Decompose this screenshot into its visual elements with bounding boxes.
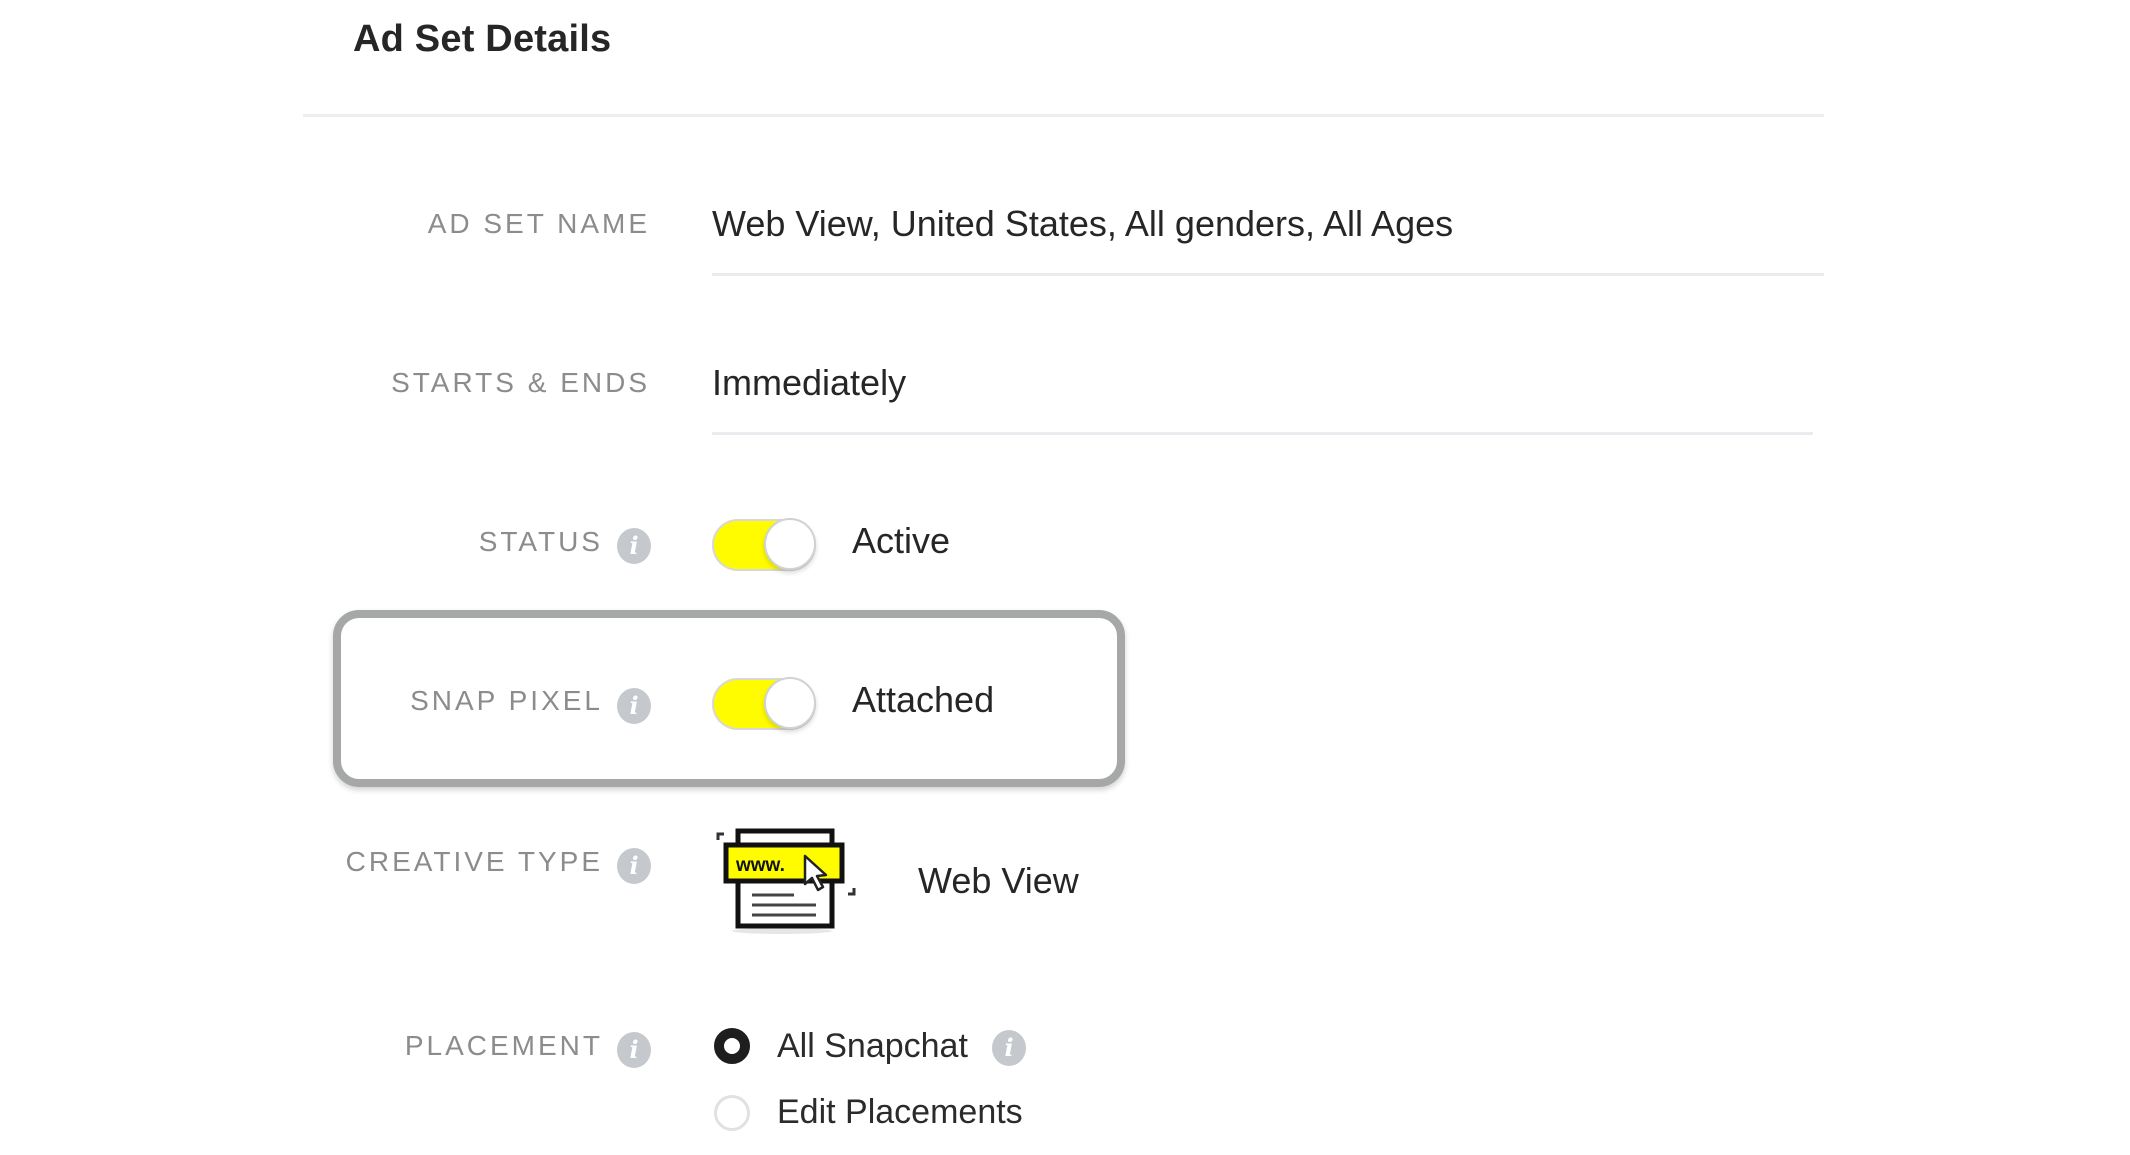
- header-divider: [303, 114, 1824, 117]
- ad-set-name-underline: [712, 273, 1824, 276]
- info-icon[interactable]: i: [992, 1030, 1026, 1066]
- ad-set-name-input[interactable]: Web View, United States, All genders, Al…: [712, 203, 1453, 245]
- toggle-knob: [764, 677, 816, 729]
- placement-label: PLACEMENT: [404, 1030, 603, 1061]
- status-value: Active: [852, 520, 951, 561]
- info-icon[interactable]: i: [617, 1032, 651, 1068]
- ad-set-name-label: AD SET NAME: [427, 208, 650, 239]
- toggle-knob: [764, 518, 816, 570]
- snap-pixel-value: Attached: [852, 679, 995, 720]
- web-view-icon: www.: [712, 828, 862, 938]
- starts-ends-label: STARTS & ENDS: [391, 367, 650, 398]
- radio-all-snapchat[interactable]: [714, 1028, 750, 1064]
- starts-ends-underline: [712, 432, 1813, 435]
- snap-pixel-label: SNAP PIXEL: [410, 685, 603, 716]
- page-title: Ad Set Details: [353, 18, 612, 60]
- radio-all-snapchat-label[interactable]: All Snapchat: [777, 1027, 968, 1066]
- info-icon[interactable]: i: [617, 528, 651, 564]
- web-view-icon-text: www.: [735, 855, 785, 876]
- creative-type-value: Web View: [918, 860, 1079, 901]
- info-icon[interactable]: i: [617, 848, 651, 884]
- creative-type-label: CREATIVE TYPE: [345, 846, 603, 877]
- radio-edit-placements-label[interactable]: Edit Placements: [777, 1093, 1023, 1132]
- status-label: STATUS: [478, 526, 603, 557]
- starts-ends-input[interactable]: Immediately: [712, 362, 906, 404]
- info-icon[interactable]: i: [617, 688, 651, 724]
- status-toggle[interactable]: [712, 518, 816, 571]
- snap-pixel-toggle[interactable]: [712, 677, 816, 730]
- radio-edit-placements[interactable]: [714, 1095, 750, 1131]
